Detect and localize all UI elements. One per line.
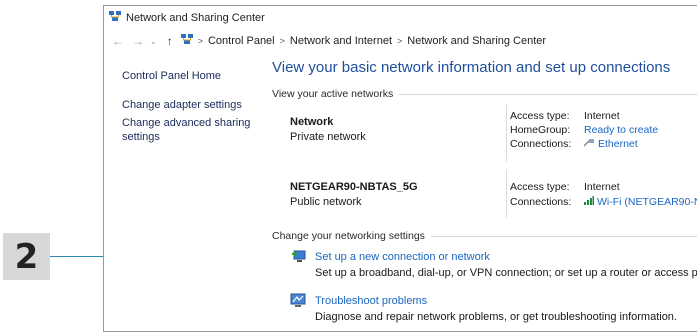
title-bar: Network and Sharing Center bbox=[104, 6, 697, 30]
troubleshoot-problems-description: Diagnose and repair network problems, or… bbox=[315, 311, 677, 323]
recent-pages-chevron-icon[interactable]: ⌄ bbox=[150, 37, 157, 46]
step-number: 2 bbox=[14, 236, 39, 277]
active-networks-section: View your active networks bbox=[272, 88, 697, 100]
network-category: Private network bbox=[290, 131, 366, 143]
networking-settings-section: Change your networking settings bbox=[272, 230, 697, 242]
network-center-icon bbox=[109, 11, 121, 25]
up-arrow-icon[interactable]: ↑ bbox=[167, 34, 173, 48]
access-type-row: Access type: Internet bbox=[510, 110, 620, 122]
network-name: NETGEAR90-NBTAS_5G bbox=[290, 181, 418, 193]
network-name: Network bbox=[290, 116, 334, 128]
wifi-connection-link[interactable]: Wi-Fi (NETGEAR90-NBTAS_5G bbox=[597, 196, 697, 208]
new-connection-icon bbox=[290, 249, 307, 264]
breadcrumb-network-internet[interactable]: Network and Internet bbox=[290, 35, 392, 47]
control-panel-home-link[interactable]: Control Panel Home bbox=[122, 70, 221, 82]
main-content: View your basic network information and … bbox=[272, 52, 697, 331]
network-divider bbox=[506, 170, 507, 218]
connections-row: Connections:Wi-Fi (NETGEAR90-NBTAS_5G bbox=[510, 196, 697, 208]
breadcrumb-separator-icon: > bbox=[197, 36, 203, 46]
breadcrumb-network-sharing-center[interactable]: Network and Sharing Center bbox=[407, 35, 546, 47]
breadcrumb-separator-icon: > bbox=[397, 36, 403, 46]
back-arrow-icon[interactable]: ← bbox=[112, 34, 124, 48]
page-title: View your basic network information and … bbox=[272, 59, 671, 76]
homegroup-row: HomeGroup: Ready to create bbox=[510, 124, 659, 136]
step-number-callout: 2 bbox=[3, 233, 50, 280]
homegroup-status-link[interactable]: Ready to create bbox=[584, 124, 658, 136]
troubleshoot-problems-link[interactable]: Troubleshoot problems bbox=[315, 295, 427, 307]
setup-new-connection-link[interactable]: Set up a new connection or network bbox=[315, 251, 490, 263]
change-advanced-sharing-link[interactable]: Change advanced sharing settings bbox=[122, 116, 252, 144]
networking-settings-heading: Change your networking settings bbox=[272, 230, 425, 242]
breadcrumb-control-panel[interactable]: Control Panel bbox=[208, 35, 275, 47]
ethernet-icon bbox=[583, 138, 594, 150]
network-sharing-center-window: Network and Sharing Center ← → ⌄ ↑ > Con… bbox=[103, 5, 697, 332]
forward-arrow-icon[interactable]: → bbox=[132, 34, 144, 48]
connections-row: Connections: Ethernet bbox=[510, 138, 638, 150]
window-title: Network and Sharing Center bbox=[126, 12, 265, 24]
change-adapter-settings-link[interactable]: Change adapter settings bbox=[122, 98, 252, 112]
access-type-row: Access type: Internet bbox=[510, 181, 620, 193]
troubleshoot-icon bbox=[290, 293, 307, 308]
setup-new-connection-description: Set up a broadband, dial-up, or VPN conn… bbox=[315, 267, 697, 279]
address-bar: ← → ⌄ ↑ > Control Panel > Network and In… bbox=[104, 30, 697, 52]
wifi-signal-icon bbox=[584, 196, 594, 208]
sidebar: Control Panel Home Change adapter settin… bbox=[104, 52, 254, 331]
network-divider bbox=[506, 104, 507, 162]
ethernet-connection-link[interactable]: Ethernet bbox=[598, 138, 638, 150]
section-divider bbox=[399, 93, 697, 95]
active-networks-heading: View your active networks bbox=[272, 88, 394, 100]
section-divider bbox=[430, 235, 697, 237]
network-category: Public network bbox=[290, 196, 362, 208]
breadcrumb-separator-icon: > bbox=[279, 36, 285, 46]
control-panel-icon bbox=[180, 34, 193, 48]
